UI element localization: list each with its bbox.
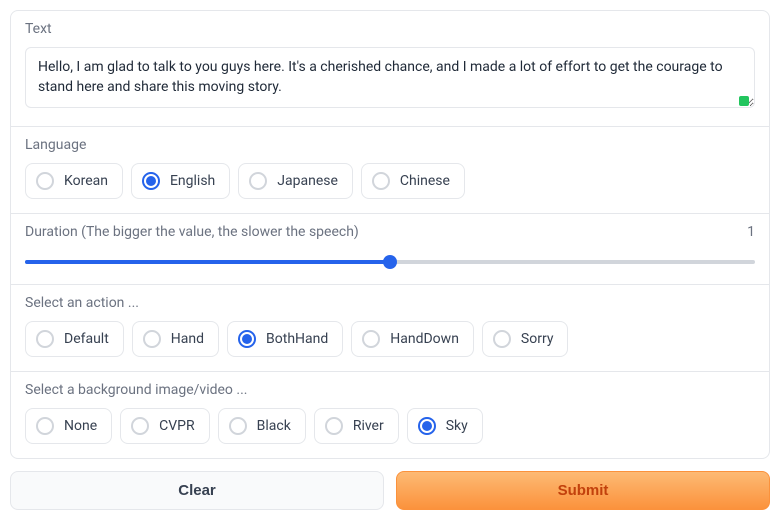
radio-icon	[142, 172, 160, 190]
language-option-label: Japanese	[277, 173, 338, 189]
background-option-label: None	[64, 418, 97, 434]
background-option-label: CVPR	[159, 418, 195, 434]
text-input[interactable]	[25, 47, 755, 108]
radio-icon	[362, 330, 380, 348]
action-option-label: Sorry	[521, 331, 554, 347]
textarea-wrap	[25, 47, 755, 112]
language-option-label: Chinese	[400, 173, 450, 189]
slider-thumb[interactable]	[383, 255, 397, 269]
action-option-label: BothHand	[266, 331, 328, 347]
language-option-english[interactable]: English	[131, 163, 230, 199]
language-options: Korean English Japanese Chinese	[25, 163, 755, 199]
radio-icon	[372, 172, 390, 190]
action-option-bothhand[interactable]: BothHand	[227, 321, 343, 357]
form-panel: Text Language Korean English Japanese Chine…	[10, 10, 770, 459]
language-option-japanese[interactable]: Japanese	[238, 163, 353, 199]
submit-button[interactable]: Submit	[396, 471, 770, 510]
language-option-chinese[interactable]: Chinese	[361, 163, 465, 199]
text-label: Text	[25, 21, 755, 37]
duration-section: Duration (The bigger the value, the slow…	[11, 214, 769, 285]
language-label: Language	[25, 137, 755, 153]
background-option-label: Sky	[446, 418, 468, 434]
action-option-handdown[interactable]: HandDown	[351, 321, 474, 357]
language-option-label: English	[170, 173, 215, 189]
radio-icon	[238, 330, 256, 348]
action-option-label: HandDown	[390, 331, 459, 347]
background-label: Select a background image/video ...	[25, 382, 755, 398]
duration-value: 1	[747, 224, 755, 240]
background-option-cvpr[interactable]: CVPR	[120, 408, 210, 444]
radio-icon	[36, 417, 54, 435]
language-section: Language Korean English Japanese Chinese	[11, 127, 769, 214]
background-options: None CVPR Black River Sky	[25, 408, 755, 444]
radio-icon	[131, 417, 149, 435]
action-option-default[interactable]: Default	[25, 321, 124, 357]
radio-icon	[493, 330, 511, 348]
duration-slider[interactable]	[25, 254, 755, 270]
radio-icon	[249, 172, 267, 190]
radio-icon	[36, 172, 54, 190]
clear-button[interactable]: Clear	[10, 471, 384, 510]
language-option-korean[interactable]: Korean	[25, 163, 123, 199]
slider-fill	[25, 260, 390, 264]
action-option-hand[interactable]: Hand	[132, 321, 219, 357]
radio-icon	[36, 330, 54, 348]
background-option-label: River	[353, 418, 384, 434]
action-label: Select an action ...	[25, 295, 755, 311]
action-option-label: Hand	[171, 331, 204, 347]
action-option-label: Default	[64, 331, 109, 347]
background-option-label: Black	[257, 418, 291, 434]
language-option-label: Korean	[64, 173, 108, 189]
action-option-sorry[interactable]: Sorry	[482, 321, 569, 357]
background-option-sky[interactable]: Sky	[407, 408, 483, 444]
action-options: Default Hand BothHand HandDown Sorry	[25, 321, 755, 357]
action-section: Select an action ... Default Hand BothHand…	[11, 285, 769, 372]
radio-icon	[143, 330, 161, 348]
background-option-black[interactable]: Black	[218, 408, 306, 444]
text-section: Text	[11, 11, 769, 127]
radio-icon	[229, 417, 247, 435]
background-option-none[interactable]: None	[25, 408, 112, 444]
background-option-river[interactable]: River	[314, 408, 399, 444]
radio-icon	[325, 417, 343, 435]
button-row: Clear Submit	[10, 471, 770, 510]
background-section: Select a background image/video ... None…	[11, 372, 769, 458]
radio-icon	[418, 417, 436, 435]
duration-label: Duration (The bigger the value, the slow…	[25, 224, 359, 240]
